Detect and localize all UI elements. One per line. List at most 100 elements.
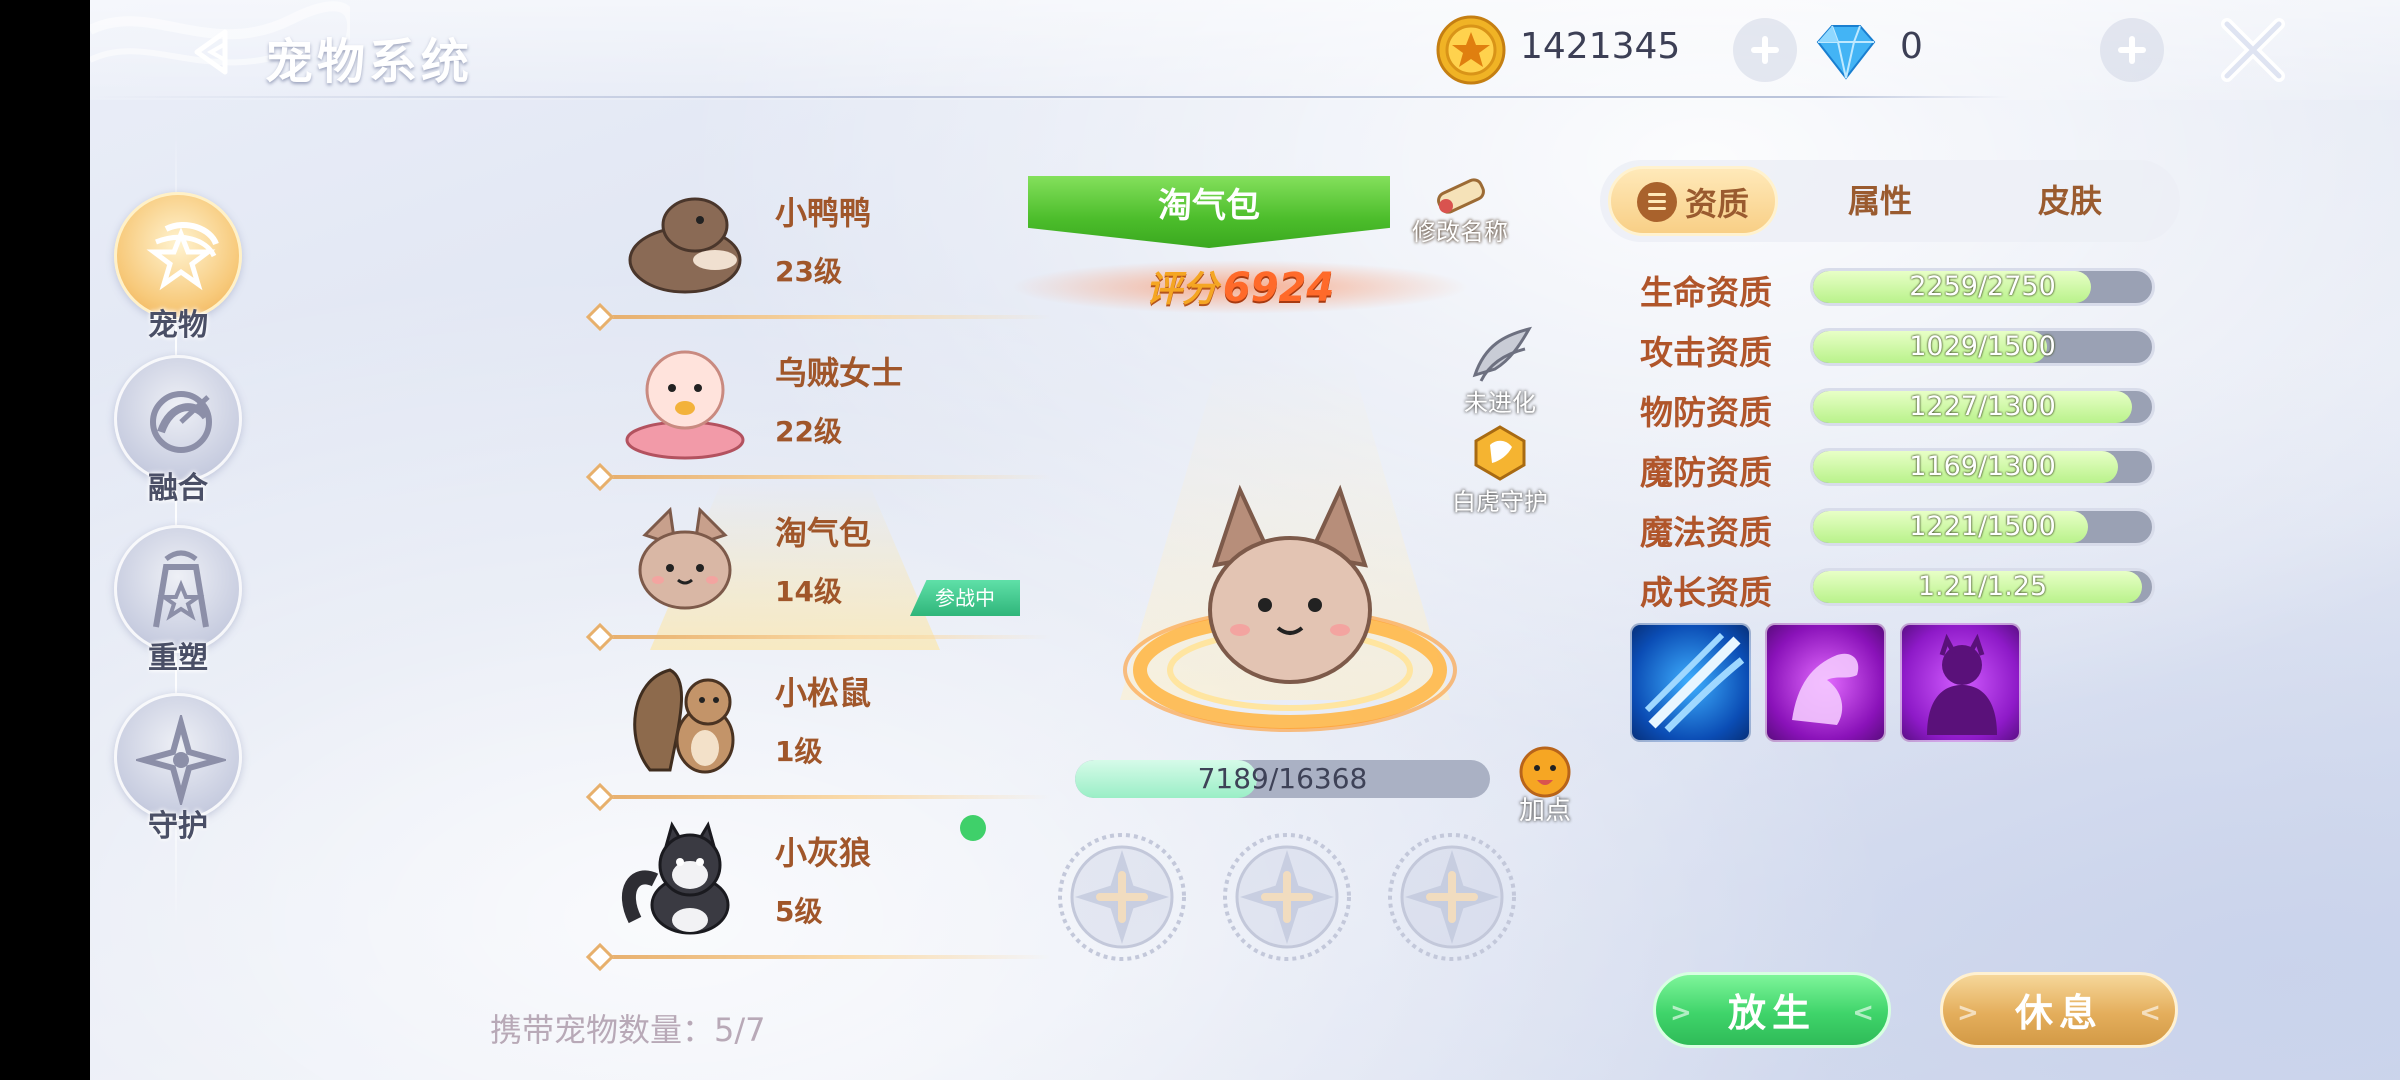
- tab-label: 皮肤: [2037, 182, 2102, 220]
- equipment-slot[interactable]: [1385, 830, 1520, 965]
- stat-label: 成长资质: [1640, 573, 1772, 612]
- silver-wings-icon: [1472, 326, 1533, 382]
- stat-bar: 1169/1300: [1810, 448, 2155, 486]
- pet-name: 小灰狼: [775, 834, 872, 872]
- tab-attributes[interactable]: 属性: [1800, 166, 1960, 236]
- chevron-left-icon: <: [1852, 998, 1874, 1028]
- skill-slot-power[interactable]: [1765, 623, 1886, 742]
- stat-bar: 1029/1500: [1810, 328, 2155, 366]
- rest-pet-button[interactable]: > 休息 <: [1940, 972, 2178, 1048]
- page-title: 宠物系统: [265, 34, 474, 90]
- nav-label: 宠物: [148, 308, 208, 343]
- pet-row-divider: [600, 635, 1050, 639]
- pet-name: 淘气包: [775, 514, 872, 552]
- pet-row-marker: [585, 782, 615, 812]
- top-bar-divider: [90, 96, 2010, 98]
- pet-list-item-squid[interactable]: 乌贼女士 22级: [585, 340, 1060, 492]
- score-label: 评分: [1145, 269, 1218, 310]
- detail-tab-bar: 资质 属性 皮肤: [1600, 160, 2180, 242]
- stat-value: 1221/1500: [1909, 511, 2056, 542]
- stat-label: 魔防资质: [1640, 453, 1772, 492]
- pet-row-marker: [585, 302, 615, 332]
- pet-list-item-naughty[interactable]: 淘气包 14级 参战中: [585, 500, 1060, 652]
- nav-label: 重塑: [148, 641, 208, 676]
- carry-pet-count: 携带宠物数量：5/7: [490, 1011, 766, 1049]
- nav-tab-reshape[interactable]: 重塑: [110, 525, 246, 685]
- pet-name-banner: 淘气包: [1028, 176, 1390, 248]
- stat-label: 生命资质: [1640, 273, 1772, 312]
- stat-label: 攻击资质: [1640, 333, 1772, 372]
- pet-star-icon: [146, 222, 219, 291]
- chevron-left-icon: <: [2139, 998, 2161, 1028]
- nav-tab-guard[interactable]: 守护: [110, 693, 246, 853]
- pet-row-marker: [585, 462, 615, 492]
- pet-list-item-squirrel[interactable]: 小松鼠 1级: [585, 660, 1060, 812]
- rename-button[interactable]: 修改名称: [1400, 168, 1520, 248]
- close-button[interactable]: [2215, 12, 2291, 88]
- add-point-label: 加点: [1518, 796, 1571, 826]
- stat-bar: 1227/1300: [1810, 388, 2155, 426]
- stat-row-growth: 成长资质 1.21/1.25: [1640, 562, 2160, 612]
- release-label: 放生: [1727, 991, 1816, 1035]
- tab-label: 资质: [1684, 185, 1749, 223]
- skill-slot-claw[interactable]: [1630, 623, 1751, 742]
- stat-value: 1169/1300: [1909, 451, 2056, 482]
- naughty-pet-avatar: [638, 506, 732, 610]
- stat-value: 1227/1300: [1909, 391, 2056, 422]
- gold-coin-icon: [1436, 15, 1506, 85]
- stat-label: 魔法资质: [1640, 513, 1772, 552]
- equipment-slot[interactable]: [1220, 830, 1355, 965]
- stat-row-hp: 生命资质 2259/2750: [1640, 262, 2160, 312]
- rename-label: 修改名称: [1412, 218, 1508, 246]
- fusion-swirl-icon: [150, 391, 212, 453]
- nav-label: 守护: [148, 809, 208, 844]
- stat-row-magic-defense: 魔防资质 1169/1300: [1640, 442, 2160, 492]
- release-pet-button[interactable]: > 放生 <: [1653, 972, 1891, 1048]
- stat-bar: 2259/2750: [1810, 268, 2155, 306]
- pet-name: 小松鼠: [775, 674, 872, 712]
- back-button[interactable]: [185, 22, 245, 82]
- score-value: 6924: [1222, 265, 1335, 311]
- experience-text: 7189/16368: [1197, 762, 1368, 795]
- in-battle-badge: 参战中: [910, 580, 1020, 616]
- pet-name: 小鸭鸭: [775, 194, 872, 232]
- tab-aptitude[interactable]: 资质: [1608, 166, 1778, 236]
- stat-label: 物防资质: [1640, 393, 1772, 432]
- evolution-label: 未进化: [1464, 389, 1536, 417]
- nav-tab-pet[interactable]: 宠物: [110, 192, 246, 352]
- skill-slot-shadow[interactable]: [1900, 623, 2021, 742]
- tab-skins[interactable]: 皮肤: [1990, 166, 2150, 236]
- experience-bar: 7189/16368: [1075, 760, 1490, 798]
- add-point-button[interactable]: 加点: [1505, 742, 1585, 832]
- evolution-status-button[interactable]: 未进化: [1455, 325, 1545, 417]
- add-gems-button[interactable]: [2100, 18, 2164, 82]
- equipment-slot[interactable]: [1055, 830, 1190, 965]
- nav-tab-fusion[interactable]: 融合: [110, 355, 246, 515]
- pet-row-divider: [600, 475, 1050, 479]
- diamond-gem-icon: [1816, 25, 1876, 80]
- selected-pet-model: [1123, 484, 1457, 732]
- reshape-altar-icon: [153, 550, 209, 628]
- pet-name: 乌贼女士: [775, 354, 904, 392]
- squid-pet-avatar: [625, 350, 745, 460]
- tab-label: 属性: [1847, 182, 1912, 220]
- stat-bar: 1221/1500: [1810, 508, 2155, 546]
- pet-row-marker: [585, 942, 615, 972]
- claw-slash-icon: [1644, 632, 1745, 733]
- stat-value: 1.21/1.25: [1917, 571, 2048, 602]
- add-gold-button[interactable]: [1733, 18, 1797, 82]
- pet-level: 23级: [775, 255, 842, 288]
- stat-value: 2259/2750: [1909, 271, 2056, 302]
- stat-row-magic: 魔法资质 1221/1500: [1640, 502, 2160, 552]
- back-arrow-icon: [194, 29, 228, 75]
- pet-level: 1级: [775, 735, 823, 768]
- stat-row-attack: 攻击资质 1029/1500: [1640, 322, 2160, 372]
- stat-row-physical-defense: 物防资质 1227/1300: [1640, 382, 2160, 432]
- close-icon: [2221, 18, 2285, 82]
- chevron-right-icon: >: [1957, 998, 1979, 1028]
- pet-list-item-duck[interactable]: 小鸭鸭 23级: [585, 180, 1060, 332]
- pet-list-item-wolf[interactable]: 小灰狼 5级: [585, 820, 1060, 972]
- muscle-power-icon: [1792, 653, 1859, 725]
- notification-dot: [960, 815, 986, 841]
- wolf-pet-avatar: [622, 821, 730, 935]
